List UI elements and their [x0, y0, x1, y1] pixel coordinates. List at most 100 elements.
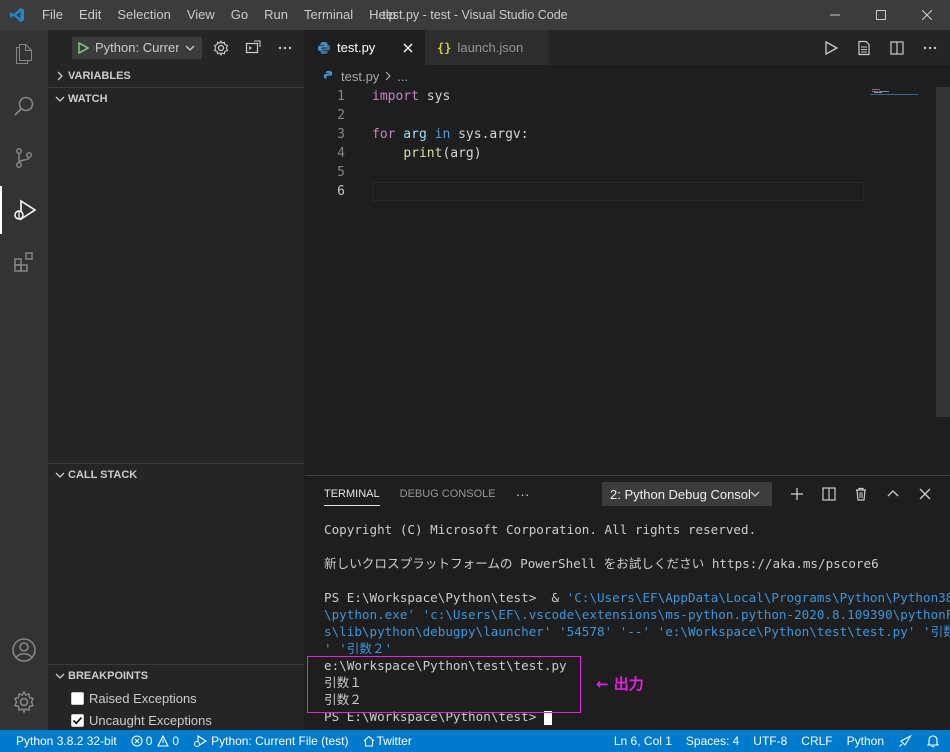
split-terminal-button[interactable]: [817, 482, 841, 506]
feedback-button[interactable]: [891, 730, 919, 752]
terminal-line: \python.exe' 'c:\Users\EF\.vscode\extens…: [324, 607, 950, 622]
settings-gear-icon[interactable]: [0, 678, 48, 726]
menu-terminal[interactable]: Terminal: [296, 0, 361, 30]
cursor-position[interactable]: Ln 6, Col 1: [607, 730, 679, 752]
chevron-down-icon: [185, 45, 195, 51]
problems-indicator[interactable]: 0 0: [124, 730, 186, 752]
notifications-button[interactable]: [919, 730, 950, 752]
twitter-status[interactable]: Twitter: [356, 730, 419, 752]
tab-terminal[interactable]: TERMINAL: [324, 482, 380, 506]
kill-terminal-button[interactable]: [849, 482, 873, 506]
python-interpreter[interactable]: Python 3.8.2 32-bit: [0, 730, 124, 752]
run-debug-icon[interactable]: [0, 186, 48, 234]
watch-header[interactable]: WATCH: [48, 88, 304, 110]
editor-scrollbar[interactable]: [936, 87, 950, 417]
menu-run[interactable]: Run: [256, 0, 296, 30]
indentation[interactable]: Spaces: 4: [679, 730, 746, 752]
menu-edit[interactable]: Edit: [71, 0, 109, 30]
title-bar: File Edit Selection View Go Run Terminal…: [0, 0, 950, 30]
code-editor[interactable]: 1 import sys 2 3 for arg in sys.argv: 4 …: [305, 87, 865, 201]
close-window-button[interactable]: [904, 0, 950, 30]
code-line: 5: [305, 163, 865, 182]
debug-console-icon: [245, 39, 261, 53]
code-text: (arg): [442, 146, 482, 161]
tab-test-py-label: test.py: [337, 40, 376, 55]
editor-actions: [810, 30, 942, 65]
vscode-logo-icon: [0, 0, 34, 30]
variables-header[interactable]: VARIABLES: [48, 65, 304, 87]
tab-test-py[interactable]: test.py: [305, 30, 425, 65]
extensions-icon[interactable]: [0, 238, 48, 286]
ellipsis-icon: [923, 46, 937, 49]
variables-section: VARIABLES: [48, 65, 304, 87]
terminal-select[interactable]: 2: Python Debug Console: [602, 482, 772, 506]
call-stack-header[interactable]: CALL STACK: [48, 464, 304, 486]
minimize-icon: [830, 14, 840, 16]
debug-console-button[interactable]: [240, 37, 266, 59]
menu-help[interactable]: Help: [361, 0, 404, 30]
call-stack-title: CALL STACK: [68, 469, 138, 481]
home-icon: [363, 735, 374, 747]
more-actions-button[interactable]: [272, 37, 298, 59]
play-icon: [825, 40, 839, 55]
open-launch-json-button[interactable]: [208, 37, 234, 59]
breakpoints-header[interactable]: BREAKPOINTS: [48, 665, 304, 687]
open-preview-button[interactable]: [852, 36, 876, 60]
breakpoints-section: BREAKPOINTS Raised Exceptions Uncaught E…: [48, 664, 304, 731]
chevron-down-icon: [55, 96, 65, 102]
run-debug-sidebar: Python: Current File VARIABLES WATCH CAL…: [48, 30, 304, 730]
tab-debug-console[interactable]: DEBUG CONSOLE: [400, 476, 496, 512]
menu-selection[interactable]: Selection: [109, 0, 178, 30]
tab-launch-json[interactable]: {} launch.json: [425, 30, 549, 65]
line-number: 5: [337, 165, 345, 180]
debug-config-label: Python: Current File (test): [211, 734, 349, 748]
editor-more-actions-button[interactable]: [918, 36, 942, 60]
chevron-down-icon: [55, 472, 65, 478]
run-configuration-select[interactable]: Python: Current File: [72, 36, 202, 59]
menu-view[interactable]: View: [179, 0, 223, 30]
minimize-button[interactable]: [812, 0, 858, 30]
menu-file[interactable]: File: [34, 0, 71, 30]
breakpoint-uncaught-exceptions[interactable]: Uncaught Exceptions: [48, 709, 304, 731]
start-debugging-icon[interactable]: [77, 41, 89, 54]
code-line-current: 6: [305, 182, 865, 201]
debug-config-status[interactable]: Python: Current File (test): [186, 730, 355, 752]
panel-more-tabs[interactable]: ···: [516, 476, 530, 512]
end-of-line[interactable]: CRLF: [794, 730, 839, 752]
language-mode[interactable]: Python: [840, 730, 891, 752]
close-icon[interactable]: [403, 43, 413, 53]
close-panel-button[interactable]: [913, 482, 937, 506]
terminal-line: 新しいクロスプラットフォームの PowerShell をお試しください http…: [324, 556, 879, 571]
terminal-line: ' '引数２': [324, 641, 393, 656]
search-icon[interactable]: [0, 82, 48, 130]
raised-exceptions-checkbox[interactable]: [71, 691, 84, 705]
panel-header: TERMINAL DEBUG CONSOLE ··· 2: Python Deb…: [305, 476, 950, 512]
run-python-file-button[interactable]: [819, 36, 843, 60]
menu-go[interactable]: Go: [223, 0, 256, 30]
breakpoint-raised-exceptions[interactable]: Raised Exceptions: [48, 687, 304, 709]
account-icon[interactable]: [0, 626, 48, 674]
source-control-icon[interactable]: [0, 134, 48, 182]
breadcrumb-rest[interactable]: ...: [397, 69, 408, 84]
function-name: print: [403, 146, 443, 161]
encoding[interactable]: UTF-8: [746, 730, 794, 752]
plus-icon: [791, 488, 803, 500]
raised-exceptions-label: Raised Exceptions: [89, 690, 197, 706]
new-terminal-button[interactable]: [785, 482, 809, 506]
breadcrumb-file[interactable]: test.py: [341, 69, 379, 84]
watch-section: WATCH: [48, 87, 304, 110]
trash-icon: [856, 487, 866, 501]
keyword: for: [372, 127, 396, 142]
debug-icon: [194, 735, 208, 747]
terminal-select-label: 2: Python Debug Console: [610, 486, 750, 502]
explorer-icon[interactable]: [0, 30, 48, 78]
variable: arg: [395, 127, 435, 142]
minimap[interactable]: [870, 87, 935, 117]
gear-icon: [213, 39, 229, 56]
maximize-button[interactable]: [858, 0, 904, 30]
maximize-panel-button[interactable]: [881, 482, 905, 506]
uncaught-exceptions-checkbox[interactable]: [71, 713, 84, 727]
split-editor-button[interactable]: [885, 36, 909, 60]
terminal-prompt: PS E:\Workspace\Python\test> &: [324, 590, 567, 605]
